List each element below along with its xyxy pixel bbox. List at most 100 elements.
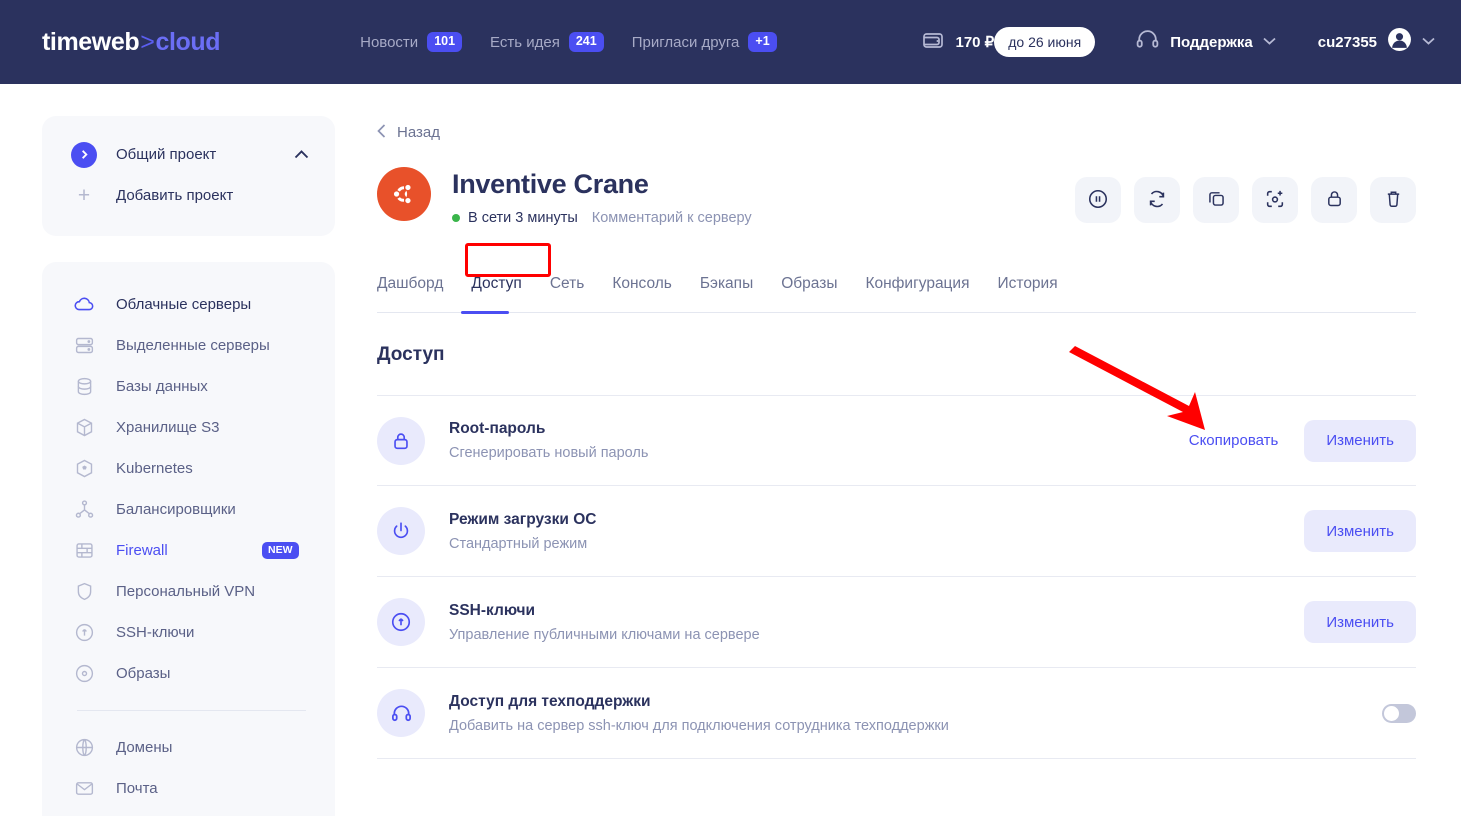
sidebar-item-personal-vpn[interactable]: Персональный VPN	[42, 571, 335, 612]
sidebar-item-load-balancers[interactable]: Балансировщики	[42, 489, 335, 530]
chevron-down-icon	[1263, 36, 1276, 48]
tab-console[interactable]: Консоль	[612, 275, 672, 295]
sidebar-item-ssh-keys[interactable]: SSH-ключи	[42, 612, 335, 653]
change-ssh-keys-button[interactable]: Изменить	[1304, 601, 1416, 643]
tab-images[interactable]: Образы	[781, 275, 837, 295]
sidebar-item-mail[interactable]: Почта	[42, 768, 335, 809]
sidebar-item-label: Базы данных	[116, 378, 208, 395]
sidebar-item-label: Облачные серверы	[116, 296, 252, 313]
row-text: Режим загрузки ОС Стандартный режим	[449, 511, 596, 552]
left-sidebar: Общий проект + Добавить проект Облачные …	[0, 84, 335, 816]
status-badge: В сети 3 минуты	[468, 210, 578, 226]
sidebar-item-kubernetes[interactable]: Kubernetes	[42, 448, 335, 489]
sidebar-item-label: Firewall	[116, 542, 168, 559]
sidebar-item-s3-storage[interactable]: Хранилище S3	[42, 407, 335, 448]
header-right-group: 170 ₽ до 26 июня Поддержка cu27355	[921, 0, 1435, 84]
sidebar-item-cloud-servers[interactable]: Облачные серверы	[42, 284, 335, 325]
tab-access[interactable]: Доступ	[471, 275, 521, 295]
chevron-down-icon	[1422, 36, 1435, 48]
table-row: Режим загрузки ОС Стандартный режим Изме…	[377, 486, 1416, 577]
table-row: Root-пароль Сгенерировать новый пароль С…	[377, 395, 1416, 486]
row-subtitle: Сгенерировать новый пароль	[449, 445, 649, 461]
table-row: Доступ для техподдержки Добавить на серв…	[377, 668, 1416, 759]
row-title: Доступ для техподдержки	[449, 692, 651, 710]
row-title: Root-пароль	[449, 420, 546, 437]
server-status-row: В сети 3 минуты Комментарий к серверу	[452, 210, 752, 226]
nav-link-news-badge: 101	[427, 32, 463, 52]
status-dot-icon	[452, 214, 460, 222]
chevron-up-icon[interactable]	[294, 146, 309, 164]
row-subtitle: Добавить на сервер ssh-ключ для подключе…	[449, 717, 949, 734]
lock-button[interactable]	[1311, 177, 1357, 223]
support-access-toggle[interactable]	[1382, 703, 1416, 723]
server-rack-icon	[71, 333, 97, 359]
row-subtitle: Управление публичными ключами на сервере	[449, 626, 760, 643]
copy-password-link[interactable]: Скопировать	[1189, 432, 1279, 449]
top-header-bar: timeweb > cloud Новости 101 Есть идея 241 …	[0, 0, 1461, 84]
row-controls: Изменить	[1304, 601, 1416, 643]
change-boot-mode-button[interactable]: Изменить	[1304, 510, 1416, 552]
active-tab-indicator	[461, 311, 509, 314]
logo-chevron-icon: >	[140, 27, 155, 56]
section-title: Доступ	[377, 344, 445, 365]
support-menu[interactable]: Поддержка	[1135, 27, 1276, 57]
sidebar-item-label: Балансировщики	[116, 501, 236, 518]
sidebar-item-firewall[interactable]: Firewall NEW	[42, 530, 335, 571]
plus-icon: +	[77, 184, 91, 207]
row-text: SSH-ключи Управление публичными ключами …	[449, 602, 760, 643]
tab-configuration[interactable]: Конфигурация	[865, 275, 969, 295]
tab-history[interactable]: История	[998, 275, 1058, 295]
tab-backups[interactable]: Бэкапы	[700, 275, 753, 295]
change-root-password-button[interactable]: Изменить	[1304, 419, 1416, 462]
wallet-balance-group[interactable]: 170 ₽	[921, 28, 994, 57]
snapshot-button[interactable]	[1252, 177, 1298, 223]
ssh-key-icon	[377, 598, 425, 646]
sidebar-project-current[interactable]: Общий проект	[42, 134, 335, 175]
timeweb-cloud-logo[interactable]: timeweb > cloud	[42, 27, 221, 57]
back-link-label: Назад	[397, 124, 440, 141]
tab-dashboard[interactable]: Дашборд	[377, 275, 443, 295]
server-comment-link[interactable]: Комментарий к серверу	[592, 210, 752, 226]
sidebar-add-project[interactable]: + Добавить проект	[42, 175, 335, 216]
row-controls	[1382, 703, 1416, 723]
billing-date-pill[interactable]: до 26 июня	[994, 27, 1096, 57]
delete-button[interactable]	[1370, 177, 1416, 223]
sidebar-item-label: Почта	[116, 780, 158, 797]
kubernetes-icon	[71, 456, 97, 482]
sidebar-item-label: Образы	[116, 665, 171, 682]
ssh-key-icon	[71, 620, 97, 646]
nav-link-invite-friend[interactable]: Пригласи друга +1	[632, 32, 777, 52]
chevron-left-icon	[377, 124, 386, 141]
sidebar-item-label: Выделенные серверы	[116, 337, 270, 354]
support-label: Поддержка	[1170, 33, 1253, 51]
nav-link-news[interactable]: Новости 101	[360, 32, 463, 52]
tab-network[interactable]: Сеть	[550, 275, 584, 295]
reboot-button[interactable]	[1134, 177, 1180, 223]
project-arrow-icon	[71, 141, 97, 168]
sidebar-item-label: Домены	[116, 739, 173, 756]
server-action-buttons	[1075, 177, 1416, 223]
sidebar-item-images[interactable]: Образы	[42, 653, 335, 694]
lock-icon	[377, 416, 425, 465]
logo-text-timeweb: timeweb	[42, 27, 140, 56]
nav-link-news-label: Новости	[360, 33, 419, 51]
sidebar-nav-card: Облачные серверы Выделенные серверы Базы…	[42, 262, 335, 816]
clone-button[interactable]	[1193, 177, 1239, 223]
snapshot-add-icon	[1264, 188, 1286, 213]
lock-icon	[1324, 188, 1345, 212]
back-link[interactable]: Назад	[377, 124, 1416, 141]
sidebar-item-databases[interactable]: Базы данных	[42, 366, 335, 407]
pause-circle-icon	[1087, 188, 1109, 213]
sidebar-item-domains[interactable]: Домены	[42, 727, 335, 768]
sidebar-item-licenses[interactable]: Лицензии	[42, 809, 335, 816]
user-avatar-icon	[1387, 27, 1412, 57]
pause-button[interactable]	[1075, 177, 1121, 223]
sidebar-item-dedicated-servers[interactable]: Выделенные серверы	[42, 325, 335, 366]
user-account-menu[interactable]: cu27355	[1318, 27, 1435, 57]
cloud-icon	[71, 292, 97, 318]
sidebar-item-label: SSH-ключи	[116, 624, 195, 641]
header-nav-links: Новости 101 Есть идея 241 Пригласи друга…	[360, 32, 777, 52]
sidebar-item-label: Kubernetes	[116, 460, 193, 477]
nav-link-idea[interactable]: Есть идея 241	[490, 32, 604, 52]
sidebar-item-label: Хранилище S3	[116, 419, 220, 436]
